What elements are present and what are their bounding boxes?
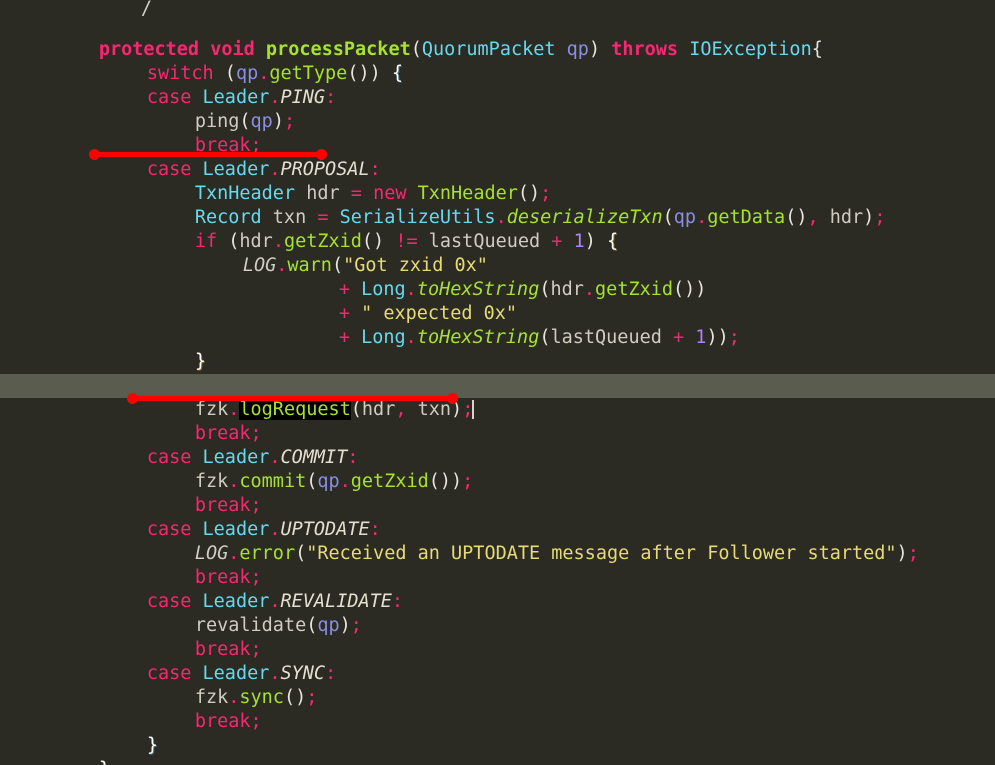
code-line-25: case Leader.REVALIDATE:: [0, 566, 995, 612]
code-line-18: break;: [0, 398, 995, 444]
token-close-brace: }: [99, 759, 110, 765]
annotation-underline-logrequest: [127, 393, 458, 404]
code-line-13: + " expected 0x": [0, 278, 995, 324]
code-line-14: + Long.toHexString(lastQueued + 1));: [0, 302, 995, 348]
annotation-dot-right: [447, 393, 458, 404]
code-line-1: /: [0, 0, 995, 18]
code-line-32: }: [0, 734, 995, 765]
code-line-23: LOG.error("Received an UPTODATE message …: [0, 518, 995, 564]
code-line-11: LOG.warn("Got zxid 0x": [0, 230, 995, 276]
code-line-2: protected void processPacket(QuorumPacke…: [0, 14, 995, 60]
code-line-31: }: [0, 710, 995, 756]
code-line-29: fzk.sync();: [0, 662, 995, 708]
code-line-28: case Leader.SYNC:: [0, 638, 995, 684]
code-editor[interactable]: / protected void processPacket(QuorumPac…: [0, 0, 995, 765]
code-line-3: switch (qp.getType()) {: [0, 38, 995, 84]
code-line-22: case Leader.UPTODATE:: [0, 494, 995, 540]
code-line-5: ping(qp);: [0, 86, 995, 132]
code-line-6: break;: [0, 110, 995, 156]
annotation-underline-proposal: [89, 149, 327, 160]
code-content[interactable]: / protected void processPacket(QuorumPac…: [0, 0, 995, 765]
code-line-16: lastQueued = hdr.getZxid();: [0, 350, 995, 396]
code-line-15: }: [0, 326, 995, 372]
code-line-19: case Leader.COMMIT:: [0, 422, 995, 468]
code-line-10: if (hdr.getZxid() != lastQueued + 1) {: [0, 206, 995, 252]
code-line-20: fzk.commit(qp.getZxid());: [0, 446, 995, 492]
code-line-12: + Long.toHexString(hdr.getZxid()): [0, 254, 995, 300]
code-line-27: break;: [0, 614, 995, 660]
code-line-8: TxnHeader hdr = new TxnHeader();: [0, 158, 995, 204]
code-line-24: break;: [0, 542, 995, 588]
code-line-17-current[interactable]: fzk.logRequest(hdr, txn);: [0, 374, 995, 420]
code-line-21: break;: [0, 470, 995, 516]
annotation-dot-left: [89, 149, 100, 160]
code-line-4: case Leader.PING:: [0, 62, 995, 108]
code-line-9: Record txn = SerializeUtils.deserializeT…: [0, 182, 995, 228]
annotation-dot-left: [127, 393, 138, 404]
code-line-26: revalidate(qp);: [0, 590, 995, 636]
code-line-30: break;: [0, 686, 995, 732]
annotation-dot-right: [316, 149, 327, 160]
